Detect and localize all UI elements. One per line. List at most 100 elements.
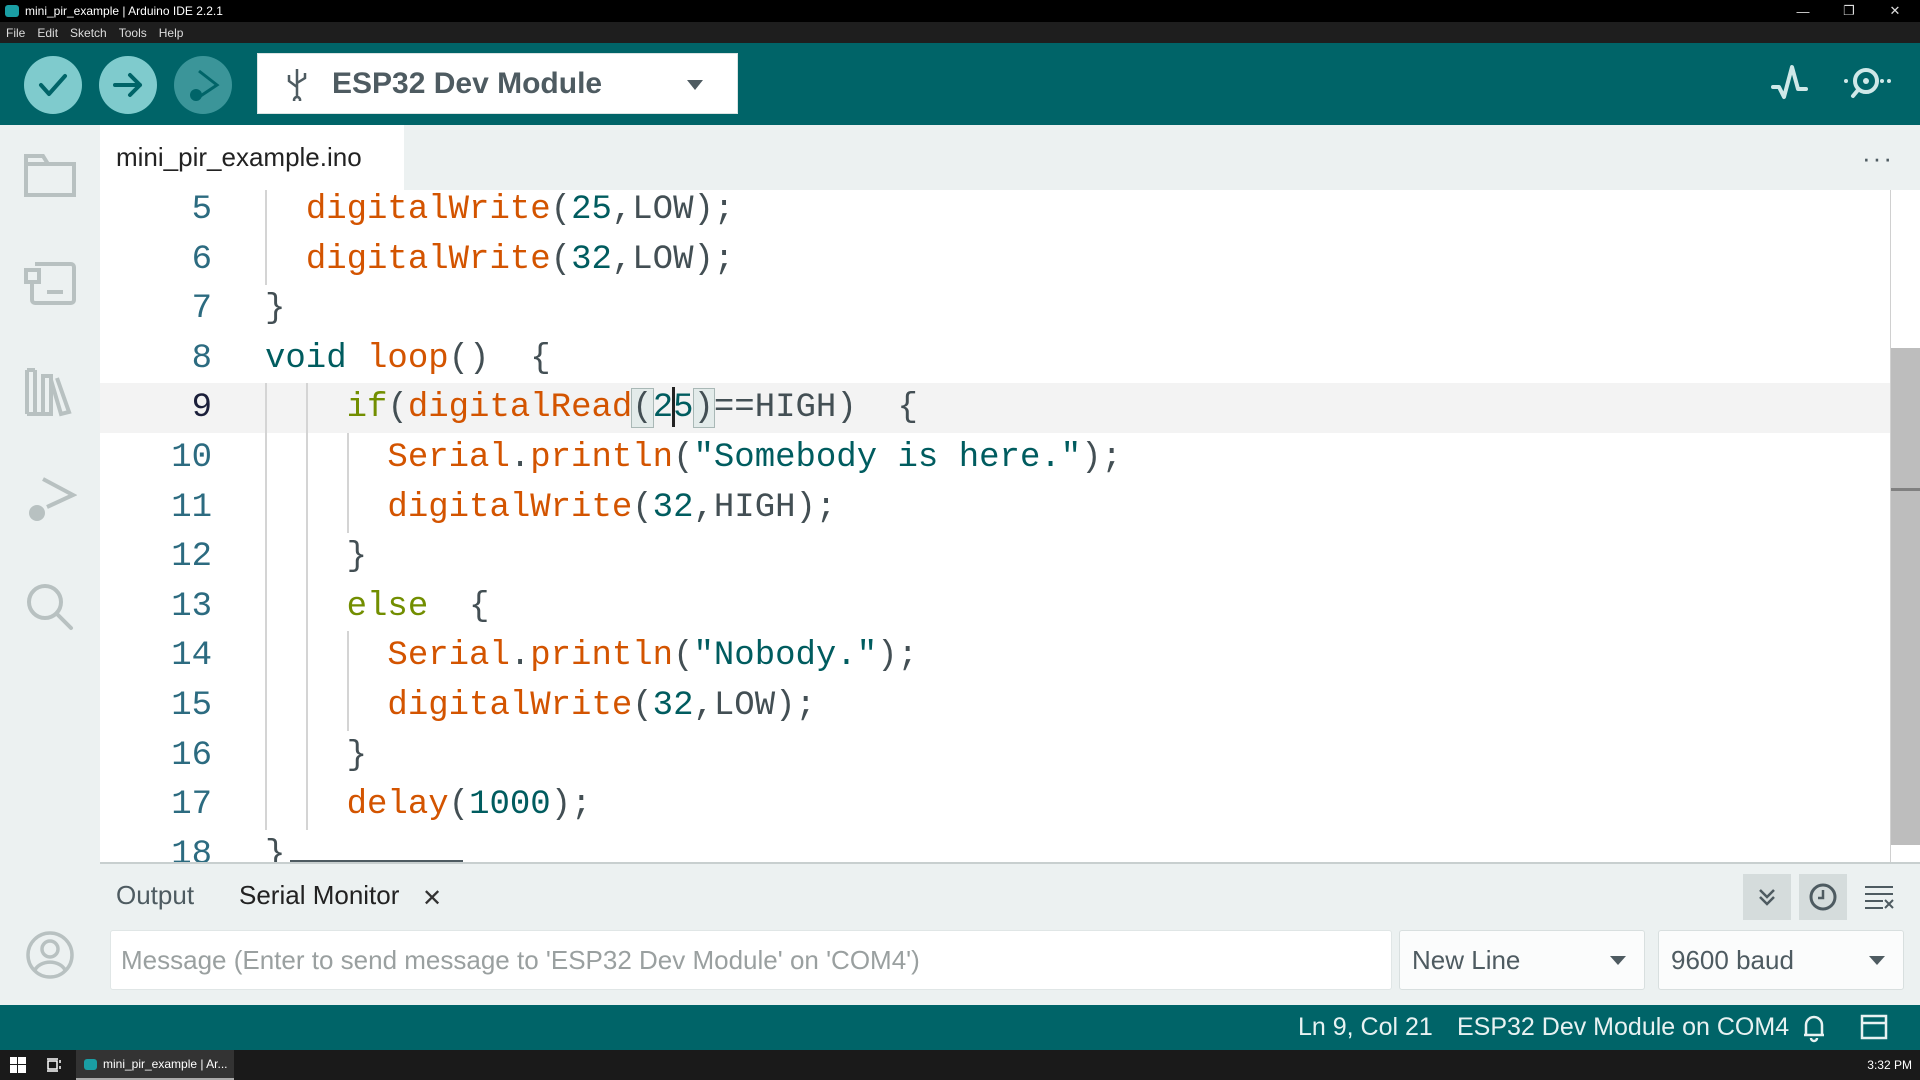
- avatar-icon: [26, 931, 74, 979]
- menu-help[interactable]: Help: [153, 26, 190, 40]
- sidebar-item-search[interactable]: [20, 577, 80, 637]
- code-token: else: [346, 587, 429, 626]
- autoscroll-button[interactable]: [1743, 874, 1791, 920]
- task-view-button[interactable]: [46, 1057, 62, 1076]
- code-line[interactable]: 7}: [100, 284, 1890, 334]
- code-token: (: [550, 191, 572, 229]
- library-icon: [25, 368, 72, 417]
- title-bar: mini_pir_example | Arduino IDE 2.2.1 — ❐…: [0, 0, 1920, 22]
- sidebar-item-sketchbook[interactable]: [20, 145, 80, 205]
- code-line[interactable]: 17 delay(1000);: [100, 780, 1890, 831]
- code-text: digitalWrite(32,HIGH);: [265, 483, 836, 533]
- board-port-status[interactable]: ESP32 Dev Module on COM4: [1457, 1013, 1789, 1042]
- code-line[interactable]: 5 digitalWrite(25,LOW);: [100, 190, 1890, 235]
- windows-logo-icon: [10, 1057, 26, 1073]
- code-text: digitalWrite(32,LOW);: [265, 681, 815, 731]
- code-token: digitalWrite: [387, 687, 633, 725]
- code-line[interactable]: 16 }: [100, 730, 1890, 781]
- debug-button[interactable]: [174, 56, 232, 114]
- line-number: 6: [191, 240, 212, 279]
- account-button[interactable]: [20, 925, 80, 985]
- code-text: Serial.println("Nobody.");: [265, 631, 918, 681]
- code-token: delay: [346, 786, 449, 825]
- taskbar-arduino-app[interactable]: mini_pir_example | Ar...: [76, 1050, 234, 1080]
- arduino-logo-icon: [84, 1058, 97, 1070]
- minimize-button[interactable]: —: [1780, 0, 1826, 22]
- tab-serial-monitor[interactable]: Serial Monitor: [239, 880, 399, 911]
- menu-sketch[interactable]: Sketch: [64, 26, 113, 40]
- code-text: delay(1000);: [265, 780, 592, 830]
- serial-monitor-button[interactable]: [1838, 63, 1894, 108]
- code-token: digitalWrite: [305, 240, 551, 279]
- restore-button[interactable]: ❐: [1826, 0, 1872, 22]
- code-token: (: [673, 637, 694, 676]
- code-line[interactable]: 13 else {: [100, 581, 1890, 632]
- menu-tools[interactable]: Tools: [113, 26, 153, 40]
- toolbar: ESP32 Dev Module: [0, 43, 1920, 125]
- code-line[interactable]: 8 void loop() {: [100, 334, 1890, 384]
- system-clock: 3:32 PM: [1867, 1058, 1912, 1072]
- sidebar-item-boards-manager[interactable]: [20, 253, 80, 313]
- serial-plotter-button[interactable]: [1770, 63, 1810, 108]
- board-name: ESP32 Dev Module: [332, 66, 603, 100]
- chevron-down-icon: [1610, 956, 1626, 965]
- code-token: ==HIGH) {: [713, 389, 918, 428]
- code-line[interactable]: 18}: [100, 830, 1890, 862]
- line-number: 8: [191, 339, 212, 378]
- toggle-panel-button[interactable]: [1860, 1014, 1888, 1047]
- notifications-button[interactable]: [1800, 1013, 1828, 1050]
- code-token: digitalWrite: [305, 191, 551, 229]
- code-token: );: [550, 786, 592, 825]
- code-token: ,LOW);: [611, 240, 735, 279]
- line-number: 7: [191, 290, 212, 329]
- tab-output[interactable]: Output: [116, 880, 194, 911]
- upload-button[interactable]: [99, 56, 157, 114]
- code-text: }: [265, 532, 367, 582]
- line-number: 9: [191, 389, 212, 428]
- autoscroll-icon: [1759, 889, 1775, 906]
- code-line[interactable]: 15 digitalWrite(32,LOW);: [100, 681, 1890, 731]
- scrollbar-thumb[interactable]: [1891, 348, 1920, 845]
- line-number: 15: [171, 687, 212, 725]
- tab-filename: mini_pir_example.ino: [116, 142, 362, 172]
- code-line[interactable]: 11 digitalWrite(32,HIGH);: [100, 482, 1890, 533]
- start-button[interactable]: [10, 1057, 26, 1076]
- more-options-button[interactable]: ···: [1862, 143, 1894, 174]
- code-text: }: [265, 731, 367, 781]
- line-ending-value: New Line: [1412, 944, 1521, 975]
- code-token: 2: [652, 389, 674, 428]
- line-ending-select[interactable]: New Line: [1399, 930, 1645, 990]
- menu-edit[interactable]: Edit: [31, 26, 64, 40]
- cursor-position[interactable]: Ln 9, Col 21: [1298, 1013, 1433, 1042]
- code-text: void loop() {: [265, 334, 551, 384]
- tab-mini-pir-example[interactable]: mini_pir_example.ino: [100, 125, 404, 190]
- code-line[interactable]: 14 Serial.println("Nobody.");: [100, 631, 1890, 682]
- panel-layout-icon: [1860, 1014, 1888, 1040]
- close-serial-monitor-button[interactable]: ✕: [422, 884, 442, 913]
- sidebar-item-library-manager[interactable]: [20, 362, 80, 422]
- baud-rate-select[interactable]: 9600 baud: [1658, 930, 1904, 990]
- editor-scrollbar[interactable]: [1890, 190, 1920, 862]
- close-window-button[interactable]: ✕: [1872, 0, 1918, 22]
- serial-message-input[interactable]: Message (Enter to send message to 'ESP32…: [110, 930, 1392, 990]
- code-line[interactable]: 6 digitalWrite(32,LOW);: [100, 234, 1890, 285]
- sidebar-item-debug[interactable]: [20, 471, 80, 531]
- code-line[interactable]: 9 if(digitalRead(25)==HIGH) {: [100, 383, 1890, 434]
- code-token: "Somebody is here.": [693, 439, 1082, 477]
- clear-output-button[interactable]: [1855, 874, 1903, 920]
- debug-icon: [29, 477, 77, 521]
- timestamp-button[interactable]: [1799, 874, 1847, 920]
- board-selector[interactable]: ESP32 Dev Module: [257, 53, 738, 114]
- menu-file[interactable]: File: [0, 26, 31, 40]
- code-editor[interactable]: 5 digitalWrite(25,LOW); 6 digitalWrite(32…: [100, 190, 1890, 862]
- cursor-position-marker: [1891, 488, 1920, 491]
- code-line[interactable]: 12 }: [100, 532, 1890, 583]
- code-line[interactable]: 10 Serial.println("Somebody is here.");: [100, 433, 1890, 483]
- line-number: 16: [171, 736, 212, 775]
- code-token: "Nobody.": [693, 637, 878, 676]
- verify-button[interactable]: [24, 56, 82, 114]
